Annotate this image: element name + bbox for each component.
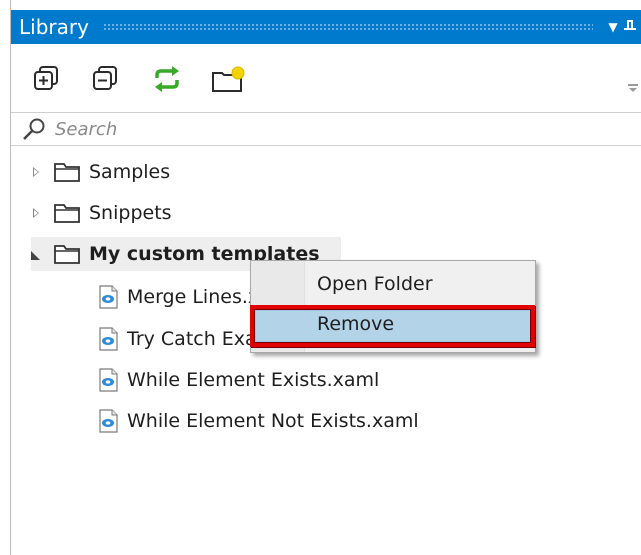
refresh-icon [155, 66, 179, 92]
menu-item-open-folder[interactable]: Open Folder [251, 265, 535, 303]
expand-arrow-icon[interactable] [29, 206, 43, 220]
collapse-arrow-icon[interactable] [29, 247, 43, 261]
tree-node-label: Samples [89, 161, 171, 183]
expand-arrow-icon[interactable] [29, 165, 43, 179]
folder-icon [54, 204, 80, 223]
pin-icon[interactable] [621, 17, 639, 37]
collapse-all-button[interactable] [91, 64, 121, 94]
tree-node-label: While Element Exists.xaml [127, 369, 380, 391]
xaml-file-icon [99, 285, 118, 309]
library-toolbar [11, 44, 641, 112]
search-input[interactable] [53, 115, 641, 143]
folder-icon [54, 245, 80, 264]
tree-node-snippets[interactable]: Snippets [29, 196, 172, 230]
menu-item-label: Open Folder [317, 273, 433, 295]
panel-left-margin [0, 0, 10, 555]
search-icon [23, 118, 45, 140]
tree-leaf-while-element-not-exists[interactable]: While Element Not Exists.xaml [97, 404, 419, 438]
panel-title: Library [19, 15, 89, 39]
expand-all-button[interactable] [32, 64, 62, 94]
annotation-highlight-box [250, 305, 535, 347]
window-position-dropdown-icon[interactable]: ▼ [605, 20, 621, 34]
toolbar-overflow-icon[interactable] [627, 82, 639, 94]
new-folder-icon [212, 66, 245, 92]
panel-title-bar[interactable]: Library ▼ [11, 10, 641, 44]
xaml-file-icon [99, 327, 118, 351]
add-folder-button[interactable] [211, 64, 245, 94]
xaml-file-icon [99, 409, 118, 433]
tree-node-samples[interactable]: Samples [29, 155, 170, 189]
library-panel: Library ▼ Search Samples Snippets My cus… [0, 0, 641, 555]
tree-node-label: While Element Not Exists.xaml [127, 410, 419, 432]
xaml-file-icon [99, 368, 118, 392]
refresh-button[interactable] [151, 64, 181, 94]
expand-all-icon [34, 66, 58, 90]
folder-icon [54, 163, 80, 182]
tree-node-label: Snippets [89, 202, 172, 224]
tree-leaf-while-element-exists[interactable]: While Element Exists.xaml [97, 363, 379, 397]
title-bar-grip[interactable] [102, 22, 593, 32]
search-bar [11, 112, 641, 146]
collapse-all-icon [93, 66, 117, 90]
